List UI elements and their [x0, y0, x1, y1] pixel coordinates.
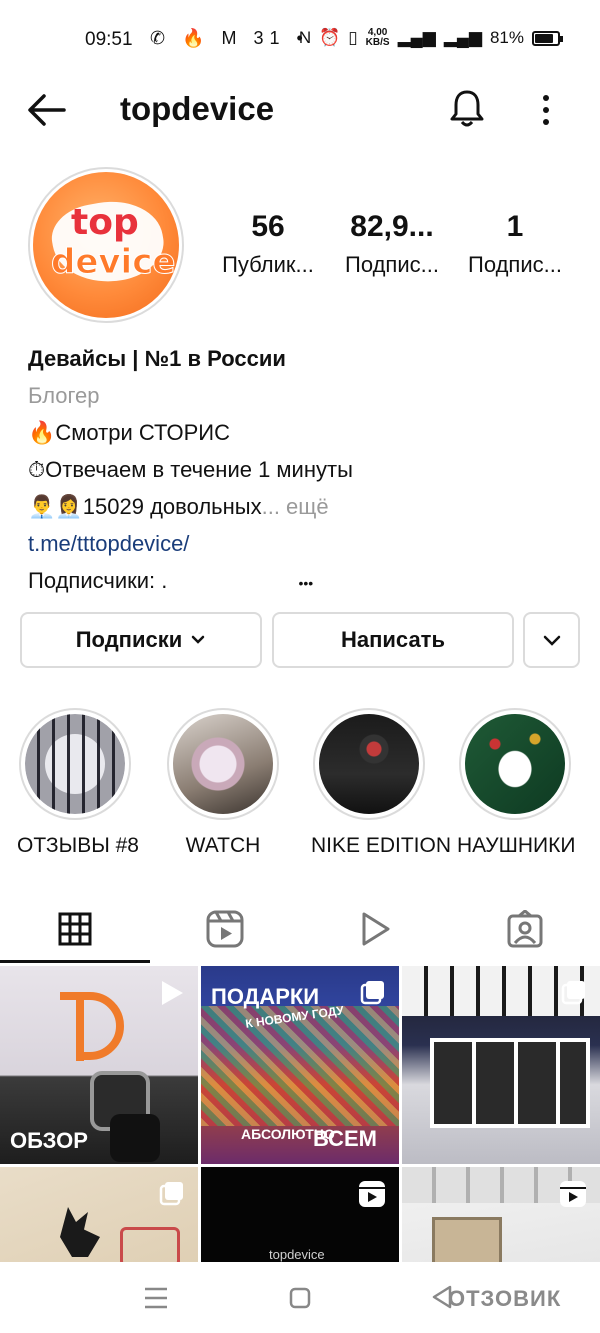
following-button-label: Подписки	[75, 627, 183, 652]
chevron-down-icon	[543, 635, 560, 646]
highlight-headphones[interactable]: НАУШНИКИ	[457, 708, 576, 858]
post-tile[interactable]	[402, 966, 600, 1164]
tab-videos[interactable]	[300, 895, 450, 963]
followers-line[interactable]: Подписчики: . •••	[28, 562, 588, 602]
suggestions-button[interactable]	[523, 612, 580, 668]
battery-fill	[535, 33, 553, 43]
profile-bio: Девайсы | №1 в России Блогер 🔥Смотри СТО…	[28, 340, 588, 602]
post-tile[interactable]: ОБЗОР	[0, 966, 198, 1164]
logo-shape	[60, 992, 124, 1061]
reels-badge-icon	[359, 1181, 385, 1207]
stat-label: Подпис...	[468, 252, 562, 277]
profile-name: Девайсы | №1 в России	[28, 346, 286, 371]
profile-tabs	[0, 895, 600, 963]
profile-header: topdevice	[0, 80, 600, 140]
stat-number: 56	[251, 210, 285, 243]
bio-line: 🔥Смотри СТОРИС	[28, 420, 230, 445]
avatar-image: top device	[33, 172, 179, 318]
net-speed: 4,00 KB/S	[366, 28, 390, 48]
highlight-reviews[interactable]: ОТЗЫВЫ #8	[17, 708, 139, 858]
video-badge-icon	[162, 981, 183, 1005]
post-caption-bottom-2: ВСЕМ	[313, 1126, 377, 1151]
watch-image-2	[110, 1114, 160, 1162]
more-options-icon[interactable]	[532, 90, 560, 130]
system-icons: N ⏰ ▯ 4,00 KB/S ▂▄▆ ▂▄▆ 81%	[298, 28, 563, 48]
alarm-icon: ⏰	[319, 28, 341, 47]
bio-line-truncated: 👨‍💼👩‍💼15029 довольных... ещё	[28, 488, 588, 525]
notification-icons: ✆ 🔥 M 31 •	[150, 28, 309, 48]
carousel-badge-icon	[360, 981, 384, 1005]
stat-posts[interactable]: 56 Публик...	[208, 210, 328, 278]
highlight-cover	[319, 714, 419, 814]
nfc-icon: N	[298, 28, 312, 47]
following-button[interactable]: Подписки	[20, 612, 262, 668]
highlight-label: НАУШНИКИ	[457, 834, 576, 857]
back-arrow-icon[interactable]	[26, 92, 66, 128]
signal2-icon: ▂▄▆	[443, 28, 482, 47]
stat-label: Публик...	[222, 252, 314, 277]
reels-badge-icon	[560, 1181, 586, 1207]
stat-number: 82,9...	[350, 210, 434, 243]
avatar[interactable]: top device	[28, 167, 184, 323]
bio-more-link[interactable]: ... ещё	[262, 494, 329, 519]
status-bar: 09:51 ✆ 🔥 M 31 • N ⏰ ▯ 4,00 KB/S ▂▄▆ ▂▄▆ …	[0, 0, 600, 80]
post-caption-top: ПОДАРКИ	[211, 984, 320, 1009]
page-title: topdevice	[120, 90, 275, 127]
video-icon	[362, 912, 390, 946]
battery-percent: 81%	[489, 28, 524, 47]
watermark: ОТЗОВИК	[448, 1286, 562, 1311]
avatar-text-top: top	[71, 202, 139, 243]
stat-followers[interactable]: 82,9... Подпис...	[332, 210, 452, 278]
tagged-icon	[507, 910, 543, 948]
reels-icon	[206, 910, 244, 948]
active-tab-indicator	[0, 960, 150, 963]
highlight-watch[interactable]: WATCH	[165, 708, 281, 858]
highlight-label: ОТЗЫВЫ #8	[17, 834, 139, 857]
grid-icon	[58, 912, 92, 946]
bio-line: ⏱Отвечаем в течение 1 минуты	[28, 457, 353, 482]
gifts-image	[201, 1006, 399, 1126]
highlight-cover	[465, 714, 565, 814]
avatar-text-bottom: device	[50, 242, 176, 283]
tab-reels[interactable]	[150, 895, 300, 963]
bio-line: 👨‍💼👩‍💼15029 довольных	[28, 494, 262, 519]
message-button-label: Написать	[341, 627, 445, 652]
carousel-badge-icon	[561, 981, 585, 1005]
bell-icon[interactable]	[448, 88, 486, 128]
profile-link[interactable]: t.me/tttopdevice/	[28, 525, 588, 562]
post-caption: ОБЗОР	[10, 1128, 88, 1153]
highlight-cover	[25, 714, 125, 814]
deer-image	[60, 1207, 100, 1257]
recent-apps-icon[interactable]	[143, 1286, 169, 1310]
highlight-cover	[173, 714, 273, 814]
profile-category: Блогер	[28, 383, 100, 408]
post-tile[interactable]: ПОДАРКИ К НОВОМУ ГОДУ АБСОЛЮТНО ВСЕМ	[201, 966, 399, 1164]
stat-label: Подпис...	[345, 252, 439, 277]
chevron-down-icon	[192, 635, 205, 644]
message-button[interactable]: Написать	[272, 612, 514, 668]
home-icon[interactable]	[288, 1286, 312, 1310]
stat-following[interactable]: 1 Подпис...	[455, 210, 575, 278]
highlight-label: NIKE EDITION	[311, 834, 452, 857]
tab-tagged[interactable]	[450, 895, 600, 963]
follower-avatars: •••	[298, 575, 314, 591]
post-caption: topdevice	[269, 1247, 325, 1262]
highlight-label: WATCH	[185, 834, 261, 857]
signal-icon: ▂▄▆	[397, 28, 436, 47]
status-time: 09:51	[85, 29, 133, 50]
stat-number: 1	[506, 210, 524, 243]
carousel-badge-icon	[159, 1182, 183, 1206]
tab-grid[interactable]	[0, 895, 150, 963]
highlight-nike-edition[interactable]: NIKE EDITION	[311, 708, 452, 858]
followers-text: Подписчики: .	[28, 568, 168, 593]
stamp-image	[120, 1227, 180, 1267]
boxes-image	[430, 1038, 590, 1128]
battery-icon	[532, 30, 563, 46]
vibrate-icon: ▯	[348, 28, 358, 47]
net-speed-unit: KB/S	[365, 37, 390, 48]
